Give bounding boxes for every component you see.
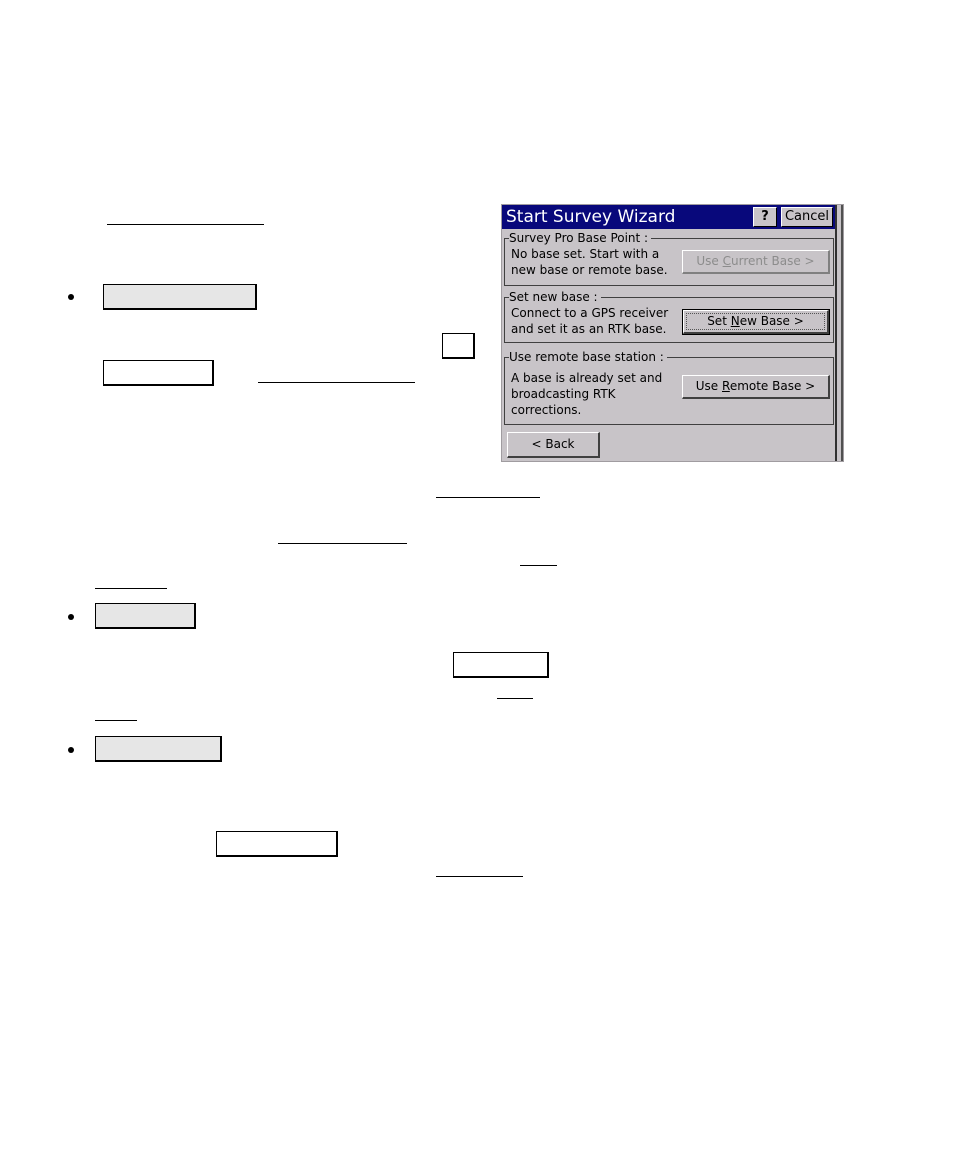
title-bar: Start Survey Wizard ? Cancel [502,205,835,229]
help-button[interactable]: ? [753,207,777,227]
group-legend: Survey Pro Base Point : [509,231,652,245]
back-button[interactable]: < Back [507,432,600,458]
use-current-base-button[interactable]: Use Current Base > [682,250,830,274]
set-new-base-button[interactable]: Set New Base > [682,309,830,335]
group-description: No base set. Start with a new base or re… [511,247,668,277]
key-box [216,831,338,857]
link-underline[interactable] [520,565,557,566]
key-box [103,284,257,310]
group-description: A base is already set and broadcasting R… [511,371,663,417]
bullet-icon [68,294,74,300]
start-survey-wizard-dialog: Start Survey Wizard ? Cancel Survey Pro … [501,204,844,462]
group-description: Connect to a GPS receiver and set it as … [511,306,669,336]
link-underline[interactable] [107,224,264,225]
link-underline[interactable] [258,382,415,383]
set-new-base-group: Set new base : Connect to a GPS receiver… [504,290,834,343]
key-box [95,736,222,762]
key-box [103,360,214,386]
key-box [453,652,549,678]
bullet-icon [68,614,74,620]
link-underline[interactable] [278,543,407,544]
cancel-button[interactable]: Cancel [781,207,833,227]
key-box [442,333,475,359]
focus-rect [686,313,825,330]
dialog-title: Start Survey Wizard [506,207,676,227]
window-edge [835,205,843,461]
remote-base-group: Use remote base station : A base is alre… [504,350,834,425]
link-underline[interactable] [497,698,533,699]
group-legend: Set new base : [509,290,601,304]
use-remote-base-button[interactable]: Use Remote Base > [682,375,830,399]
link-underline[interactable] [95,588,167,589]
base-point-group: Survey Pro Base Point : No base set. Sta… [504,231,834,286]
key-box [95,603,196,629]
group-legend: Use remote base station : [509,350,667,364]
link-underline[interactable] [95,720,137,721]
link-underline[interactable] [436,876,523,877]
link-underline[interactable] [436,497,540,498]
bullet-icon [68,747,74,753]
